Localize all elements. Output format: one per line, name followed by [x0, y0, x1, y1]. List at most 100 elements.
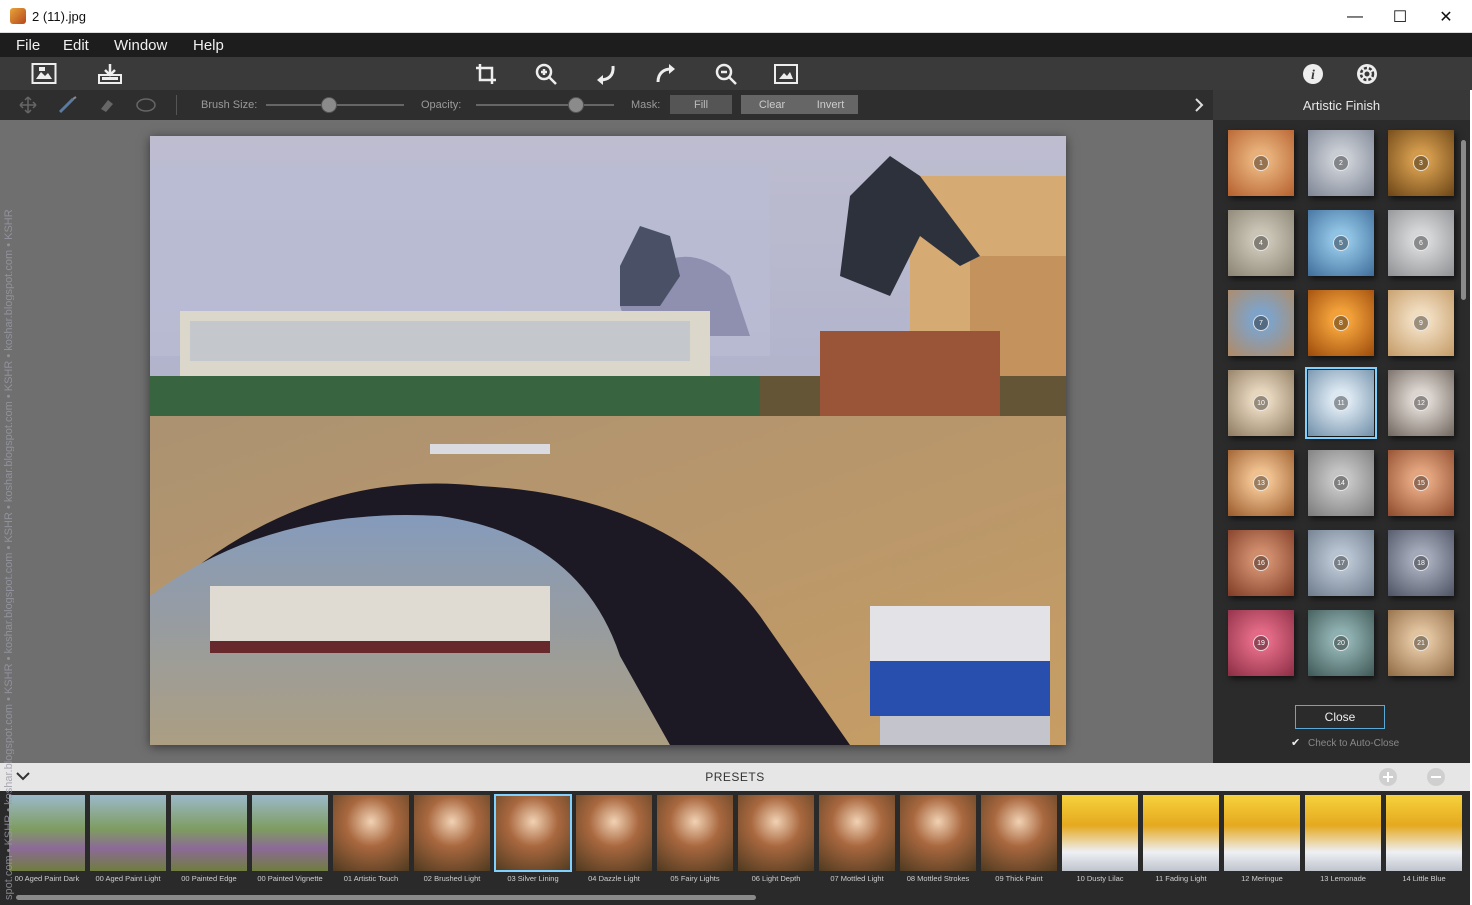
texture-tile[interactable]: 9 — [1388, 290, 1454, 356]
texture-tile[interactable]: 21 — [1388, 610, 1454, 676]
preset-thumbnail[interactable] — [90, 795, 166, 871]
menu-file[interactable]: File — [16, 37, 40, 54]
save-icon[interactable] — [97, 61, 123, 87]
preset-label: 00 Painted Edge — [181, 874, 237, 883]
chevron-right-icon[interactable] — [1192, 96, 1206, 119]
preset-thumbnail[interactable] — [981, 795, 1057, 871]
texture-tile[interactable]: 19 — [1228, 610, 1294, 676]
texture-number: 20 — [1333, 635, 1349, 651]
texture-tile[interactable]: 10 — [1228, 370, 1294, 436]
texture-tile[interactable]: 5 — [1308, 210, 1374, 276]
preset-thumbnail[interactable] — [1386, 795, 1462, 871]
add-preset-icon[interactable] — [1378, 767, 1398, 792]
texture-number: 5 — [1333, 235, 1349, 251]
opacity-slider[interactable] — [476, 104, 614, 106]
open-image-icon[interactable] — [31, 61, 57, 87]
texture-tile[interactable]: 17 — [1308, 530, 1374, 596]
close-panel-button[interactable]: Close — [1295, 705, 1385, 729]
texture-tile[interactable]: 11 — [1305, 367, 1377, 439]
preset-label: 02 Brushed Light — [423, 874, 481, 883]
opacity-knob[interactable] — [568, 97, 585, 113]
texture-tile[interactable]: 3 — [1388, 130, 1454, 196]
texture-tile[interactable]: 16 — [1228, 530, 1294, 596]
menu-help[interactable]: Help — [193, 37, 224, 54]
preset-thumbnail[interactable] — [333, 795, 409, 871]
fill-button[interactable]: Fill — [670, 95, 732, 114]
texture-tile[interactable]: 2 — [1308, 130, 1374, 196]
preset-thumbnail[interactable] — [9, 795, 85, 871]
fit-to-window-icon[interactable] — [773, 61, 799, 87]
preset-label: 05 Fairy Lights — [670, 874, 720, 883]
settings-icon[interactable] — [1354, 61, 1380, 87]
presets-scrollbar[interactable] — [16, 895, 756, 900]
texture-number: 15 — [1413, 475, 1429, 491]
preset-thumbnail[interactable] — [900, 795, 976, 871]
lasso-tool-icon[interactable] — [135, 96, 157, 119]
preset-thumbnail[interactable] — [1062, 795, 1138, 871]
crop-icon[interactable] — [473, 61, 499, 87]
menu-bar: File Edit Window Help — [0, 33, 1472, 57]
texture-number: 16 — [1253, 555, 1269, 571]
zoom-in-icon[interactable] — [533, 61, 559, 87]
menu-window[interactable]: Window — [114, 37, 167, 54]
texture-number: 18 — [1413, 555, 1429, 571]
preset-thumbnail[interactable] — [576, 795, 652, 871]
preset-thumbnail[interactable] — [252, 795, 328, 871]
invert-button[interactable]: Invert — [803, 95, 858, 114]
brush-size-label: Brush Size: — [201, 99, 258, 111]
texture-number: 7 — [1253, 315, 1269, 331]
preset-thumbnail[interactable] — [414, 795, 490, 871]
undo-icon[interactable] — [593, 61, 619, 87]
preset-thumbnail[interactable] — [1143, 795, 1219, 871]
checkmark-icon[interactable]: ✔ — [1291, 738, 1302, 749]
title-bar: 2 (11).jpg — ☐ ✕ — [0, 0, 1472, 33]
presets-strip: 00 Aged Paint Dark 00 Aged Paint Light 00 … — [0, 791, 1470, 905]
watermark-text: spot.com • KSHR • koshar.blogspot.com • … — [3, 209, 14, 900]
close-window-button[interactable]: ✕ — [1423, 0, 1469, 33]
eraser-tool-icon[interactable] — [97, 96, 117, 119]
texture-tile[interactable]: 8 — [1308, 290, 1374, 356]
preset-thumbnail[interactable] — [819, 795, 895, 871]
brush-tool-icon[interactable] — [58, 96, 78, 119]
texture-number: 17 — [1333, 555, 1349, 571]
clear-button[interactable]: Clear — [741, 95, 803, 114]
preset-thumbnail[interactable] — [738, 795, 814, 871]
texture-number: 9 — [1413, 315, 1429, 331]
zoom-out-icon[interactable] — [713, 61, 739, 87]
redo-icon[interactable] — [653, 61, 679, 87]
texture-tile[interactable]: 1 — [1228, 130, 1294, 196]
menu-edit[interactable]: Edit — [63, 37, 89, 54]
texture-tile[interactable]: 4 — [1228, 210, 1294, 276]
texture-tile[interactable]: 18 — [1388, 530, 1454, 596]
texture-tile[interactable]: 20 — [1308, 610, 1374, 676]
texture-tile[interactable]: 12 — [1388, 370, 1454, 436]
move-tool-icon[interactable] — [18, 96, 38, 119]
texture-tile[interactable]: 13 — [1228, 450, 1294, 516]
preset-label: 13 Lemonade — [1320, 874, 1366, 883]
maximize-button[interactable]: ☐ — [1377, 0, 1423, 33]
info-icon[interactable]: i — [1300, 61, 1326, 87]
panel-scrollbar[interactable] — [1461, 140, 1466, 300]
preset-thumbnail[interactable] — [494, 794, 572, 872]
minimize-button[interactable]: — — [1332, 0, 1378, 33]
texture-number: 12 — [1413, 395, 1429, 411]
preset-label: 01 Artistic Touch — [343, 874, 399, 883]
preset-thumbnail[interactable] — [1305, 795, 1381, 871]
texture-tile[interactable]: 15 — [1388, 450, 1454, 516]
texture-tile[interactable]: 14 — [1308, 450, 1374, 516]
brush-size-knob[interactable] — [321, 97, 338, 113]
texture-tile[interactable]: 7 — [1228, 290, 1294, 356]
remove-preset-icon[interactable] — [1426, 767, 1446, 792]
preset-thumbnail[interactable] — [657, 795, 733, 871]
panel-title: Artistic Finish — [1213, 90, 1470, 120]
texture-tile[interactable]: 6 — [1388, 210, 1454, 276]
preset-label: 06 Light Depth — [751, 874, 801, 883]
preset-thumbnail[interactable] — [171, 795, 247, 871]
preset-thumbnail[interactable] — [1224, 795, 1300, 871]
preset-label: 00 Painted Vignette — [257, 874, 323, 883]
auto-close-option[interactable]: ✔ Check to Auto-Close — [1291, 738, 1399, 749]
divider — [176, 95, 177, 115]
painted-photo[interactable] — [150, 136, 1066, 745]
auto-close-label: Check to Auto-Close — [1308, 738, 1400, 749]
presets-header: PRESETS — [0, 763, 1470, 791]
